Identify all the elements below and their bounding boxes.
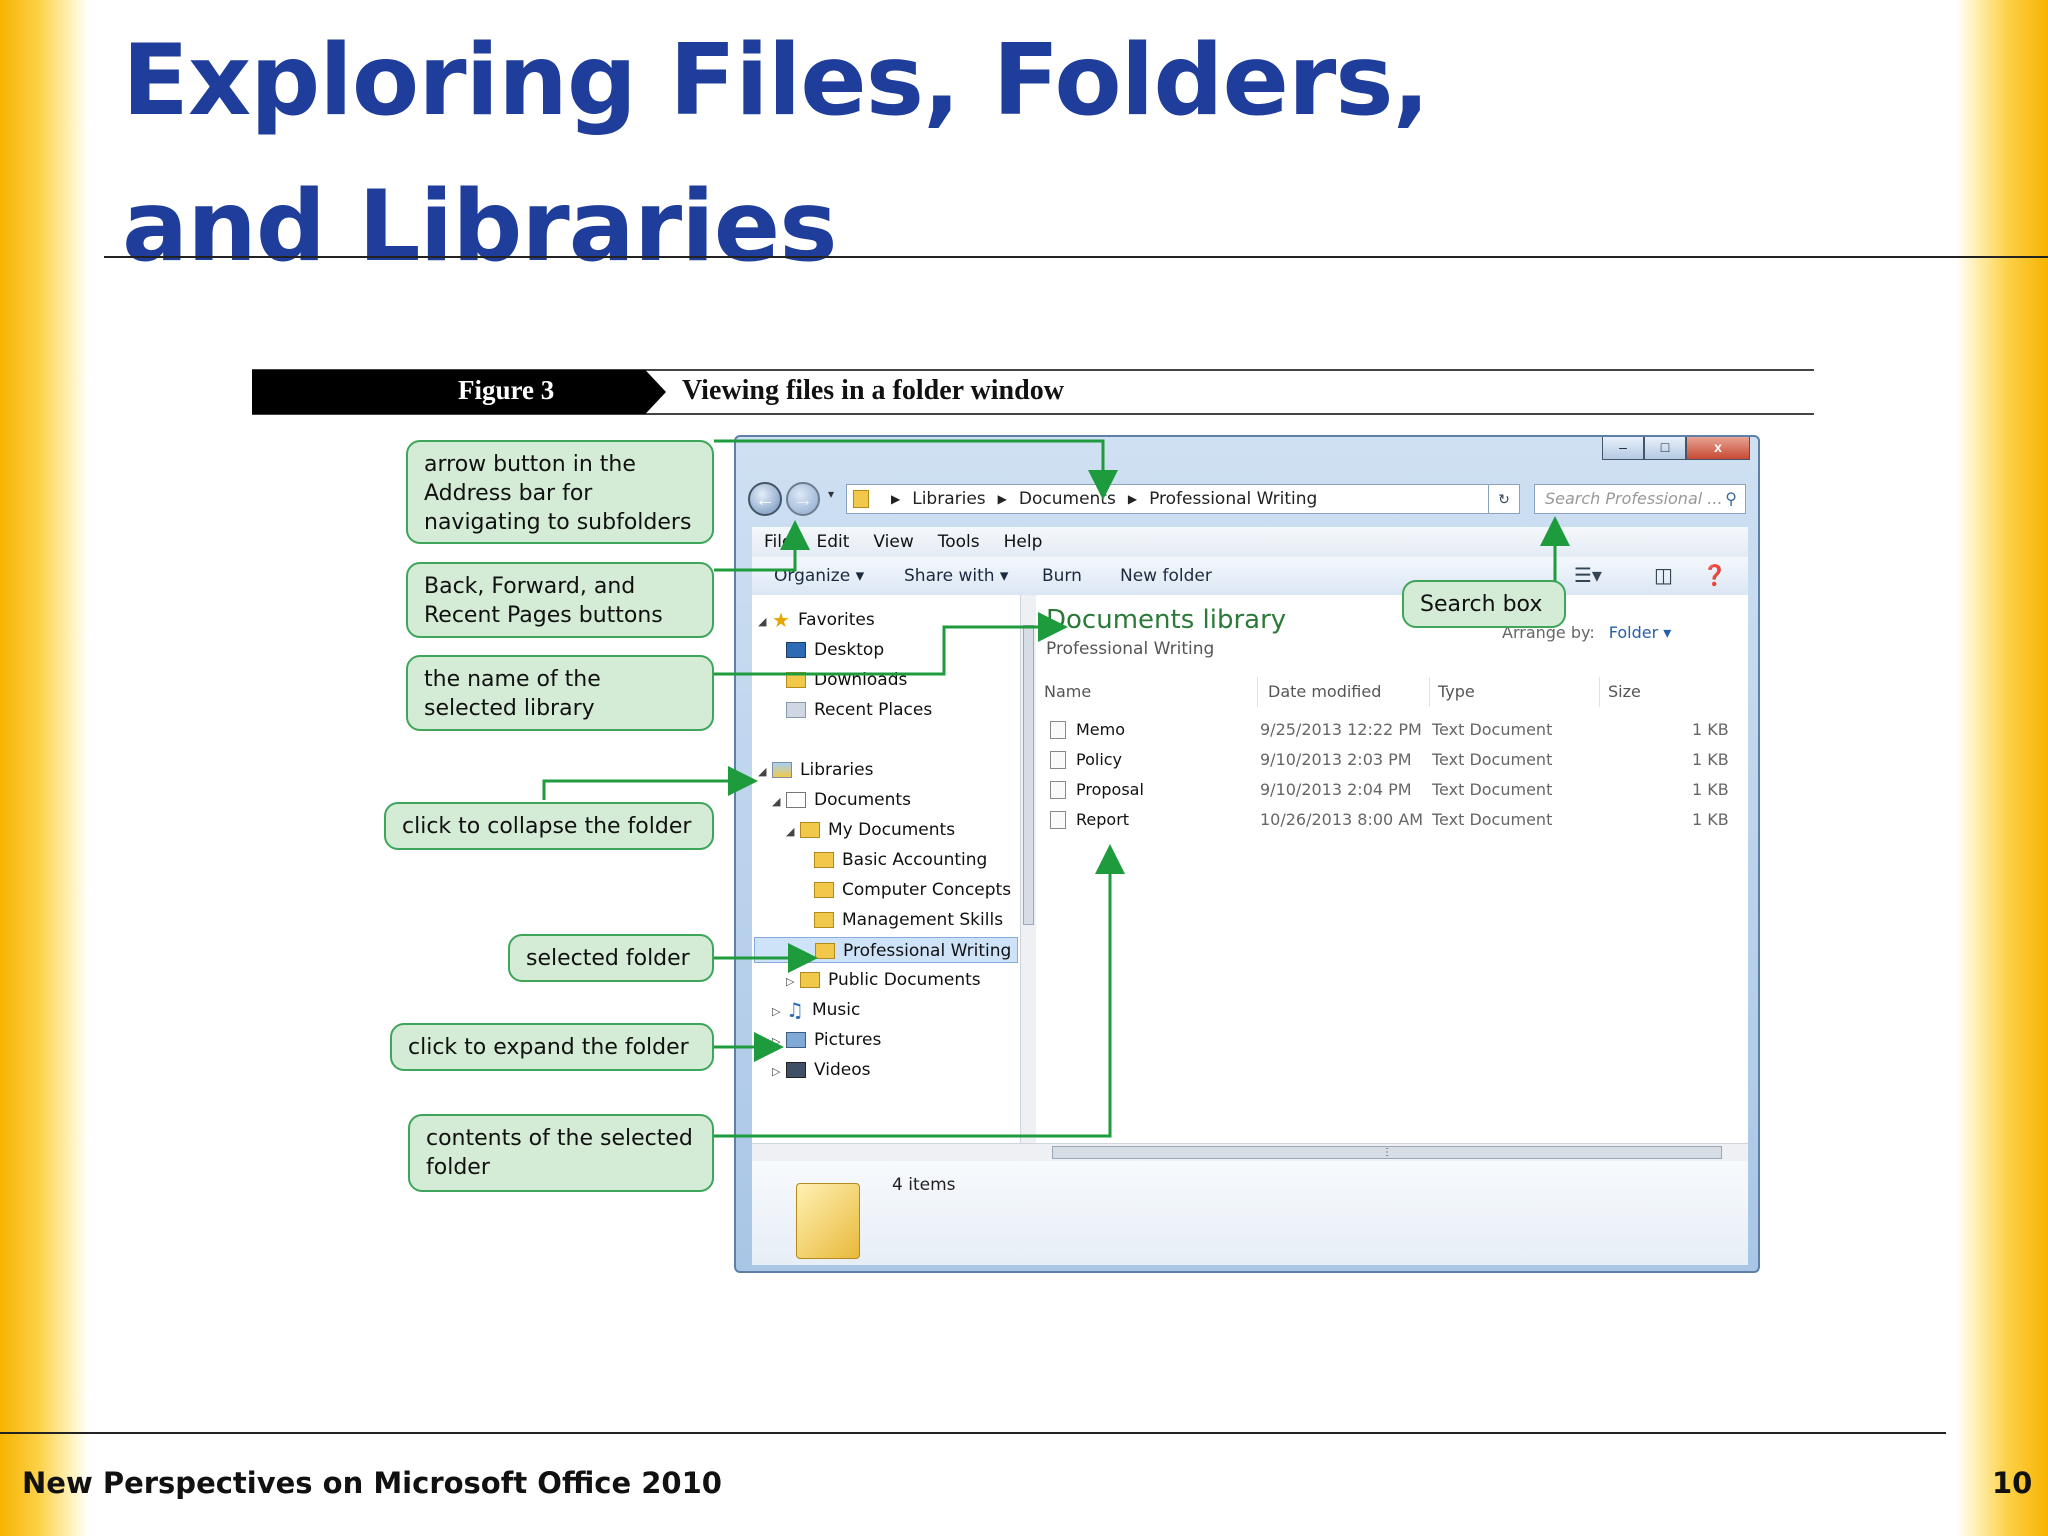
arrow-contents [714,844,1125,1138]
callout-library-name: the name of the selected library [406,655,714,731]
page-number: 10 [1992,1466,2033,1500]
footer-divider [0,1432,1946,1434]
footer-title: New Perspectives on Microsoft Office 201… [22,1466,722,1500]
callout-search-box: Search box [1402,580,1566,628]
callout-back-forward: Back, Forward, and Recent Pages buttons [406,562,714,638]
callout-arrows [542,439,1570,1138]
callout-expand: click to expand the folder [390,1023,714,1071]
arrow-back-forward [714,520,810,572]
callout-selected-folder: selected folder [508,934,714,982]
callout-contents: contents of the selected folder [408,1114,714,1192]
callout-arrow-button: arrow button in the Address bar for navi… [406,440,714,544]
arrow-library-name [714,612,1068,676]
arrow-address-bar [714,439,1118,500]
callout-collapse: click to collapse the folder [384,802,714,850]
arrow-collapse [542,766,758,800]
